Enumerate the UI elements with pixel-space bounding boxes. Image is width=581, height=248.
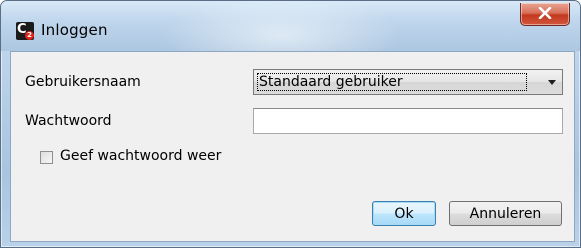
password-field[interactable] [253, 108, 563, 134]
show-password-label[interactable]: Geef wachtwoord weer [60, 148, 221, 164]
dialog-content: Gebruikersnaam Standaard gebruiker Wacht… [10, 51, 575, 242]
username-label: Gebruikersnaam [25, 74, 141, 90]
close-button[interactable] [520, 3, 570, 26]
username-dropdown[interactable]: Standaard gebruiker [253, 69, 563, 95]
window-title: Inloggen [41, 21, 108, 39]
app-icon: C 2 [16, 22, 34, 40]
cancel-button[interactable]: Annuleren [449, 201, 562, 226]
dropdown-arrow-icon [548, 80, 556, 85]
show-password-checkbox[interactable] [40, 151, 53, 164]
password-label: Wachtwoord [25, 113, 112, 129]
login-dialog: C 2 Inloggen Gebruikersnaam Standaard ge… [0, 0, 581, 248]
close-icon [538, 7, 552, 19]
username-selected-value: Standaard gebruiker [257, 73, 527, 91]
ok-button[interactable]: Ok [372, 201, 436, 226]
title-bar[interactable]: C 2 Inloggen [1, 1, 580, 51]
